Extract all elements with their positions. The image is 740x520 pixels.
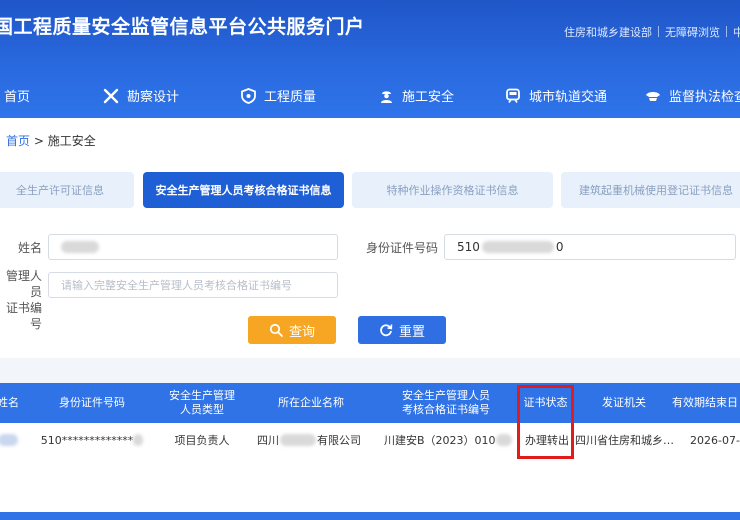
cell-name xyxy=(0,423,22,457)
cell-issuer: 四川省住房和城乡… xyxy=(575,434,674,447)
cert-label-line1: 管理人员 xyxy=(5,269,42,299)
divider xyxy=(658,26,659,37)
nav-label: 首页 xyxy=(4,90,31,105)
nav-item-supervision[interactable]: 监督执法检查 xyxy=(645,86,740,105)
col-issuer: 发证机关 xyxy=(602,396,646,409)
cell-company: 四川 有限公司 xyxy=(250,423,368,457)
search-icon xyxy=(269,323,283,337)
id-suffix: 0 xyxy=(555,240,564,254)
redacted-cert xyxy=(495,434,512,446)
tab-production-license[interactable]: 全生产许可证信息 xyxy=(0,172,134,208)
link-accessibility[interactable]: 无障碍浏览 xyxy=(665,26,720,39)
nav-label: 监督执法检查 xyxy=(669,90,740,105)
cert-number-input[interactable]: 请输入完整安全生产管理人员考核合格证书编号 xyxy=(48,272,338,298)
nav-label: 勘察设计 xyxy=(127,90,180,105)
cell-cert-number: 川建安B（2023）010 xyxy=(384,423,518,457)
search-panel: 首页 > 施工安全 全生产许可证信息 安全生产管理人员考核合格证书信息 特种作业… xyxy=(0,118,740,358)
nav-label: 施工安全 xyxy=(402,90,455,105)
col-manager-type: 安全生产管理 人员类型 xyxy=(169,389,235,416)
col-expiry: 有效期结束日 xyxy=(672,396,738,409)
id-number-input[interactable]: 510 0 xyxy=(444,234,736,260)
main-nav: 首页 勘察设计 工程质量 施工安全 城市轨道交通 监督执法检查 xyxy=(0,78,740,114)
breadcrumb: 首页 > 施工安全 xyxy=(6,132,96,149)
search-button[interactable]: 查询 xyxy=(248,316,336,344)
cell-manager-type: 项目负责人 xyxy=(174,434,230,447)
col-company: 所在企业名称 xyxy=(278,396,344,409)
redacted-id xyxy=(481,241,554,253)
tools-icon xyxy=(103,88,119,103)
top-links: 住房和城乡建设部 无障碍浏览中 xyxy=(564,24,740,40)
redacted-id xyxy=(133,434,144,446)
breadcrumb-separator: > xyxy=(33,134,44,148)
train-icon xyxy=(506,88,520,103)
redacted-name xyxy=(0,434,18,446)
nav-item-rail-transit[interactable]: 城市轨道交通 xyxy=(505,86,607,105)
police-cap-icon xyxy=(646,91,660,101)
nav-label: 城市轨道交通 xyxy=(529,90,608,105)
breadcrumb-home[interactable]: 首页 xyxy=(6,134,30,148)
nav-item-survey-design[interactable]: 勘察设计 xyxy=(103,86,179,105)
col-id-number: 身份证件号码 xyxy=(59,396,125,409)
tab-special-operation-cert[interactable]: 特种作业操作资格证书信息 xyxy=(352,172,553,208)
site-header: 国工程质量安全监管信息平台公共服务门户 住房和城乡建设部 无障碍浏览中 首页 勘察… xyxy=(0,0,740,118)
link-ministry[interactable]: 住房和城乡建设部 xyxy=(564,26,652,39)
nav-item-quality[interactable]: 工程质量 xyxy=(241,86,316,105)
company-prefix: 四川 xyxy=(257,434,279,447)
table-row[interactable]: 510************* 项目负责人 四川 有限公司 川建安B（2023… xyxy=(0,423,740,457)
redacted-company xyxy=(280,434,316,446)
footer-bar xyxy=(0,512,740,520)
divider xyxy=(726,26,727,37)
link-language[interactable]: 中 xyxy=(733,26,740,39)
shield-icon xyxy=(241,87,256,104)
results-table-header: 姓名 身份证件号码 安全生产管理 人员类型 所在企业名称 安全生产管理人员 考核… xyxy=(0,383,740,423)
name-input[interactable] xyxy=(48,234,338,260)
site-title: 国工程质量安全监管信息平台公共服务门户 xyxy=(0,16,365,38)
reset-button-label: 重置 xyxy=(398,324,425,340)
status-highlight-box xyxy=(517,385,574,459)
search-button-label: 查询 xyxy=(288,324,315,340)
id-prefix: 510 xyxy=(457,240,480,254)
cell-expiry: 2026-07-0 xyxy=(690,433,740,447)
tab-crane-registration[interactable]: 建筑起重机械使用登记证书信息 xyxy=(561,172,740,208)
tab-safety-manager-cert[interactable]: 安全生产管理人员考核合格证书信息 xyxy=(143,172,344,208)
redacted-name xyxy=(61,241,99,253)
table-empty-area xyxy=(0,457,740,512)
company-suffix: 有限公司 xyxy=(317,434,361,447)
breadcrumb-current: 施工安全 xyxy=(47,134,96,148)
worker-icon xyxy=(381,90,392,103)
col-name: 姓名 xyxy=(0,396,19,409)
col-cert-number: 安全生产管理人员 考核合格证书编号 xyxy=(402,389,490,416)
refresh-icon xyxy=(380,324,393,337)
cert-number-label: 管理人员 证书编号 xyxy=(0,268,42,332)
name-label: 姓名 xyxy=(17,241,42,255)
cert-number-text: 川建安B（2023）010 xyxy=(384,434,496,447)
id-text: 510************* xyxy=(40,433,134,447)
reset-button[interactable]: 重置 xyxy=(358,316,446,344)
cert-label-line2: 证书编号 xyxy=(5,301,42,331)
cell-id-number: 510************* xyxy=(36,423,148,457)
nav-item-home[interactable]: 首页 xyxy=(4,86,30,105)
nav-label: 工程质量 xyxy=(264,90,317,105)
id-number-label: 身份证件号码 xyxy=(365,241,438,255)
nav-item-construction-safety[interactable]: 施工安全 xyxy=(379,86,454,105)
